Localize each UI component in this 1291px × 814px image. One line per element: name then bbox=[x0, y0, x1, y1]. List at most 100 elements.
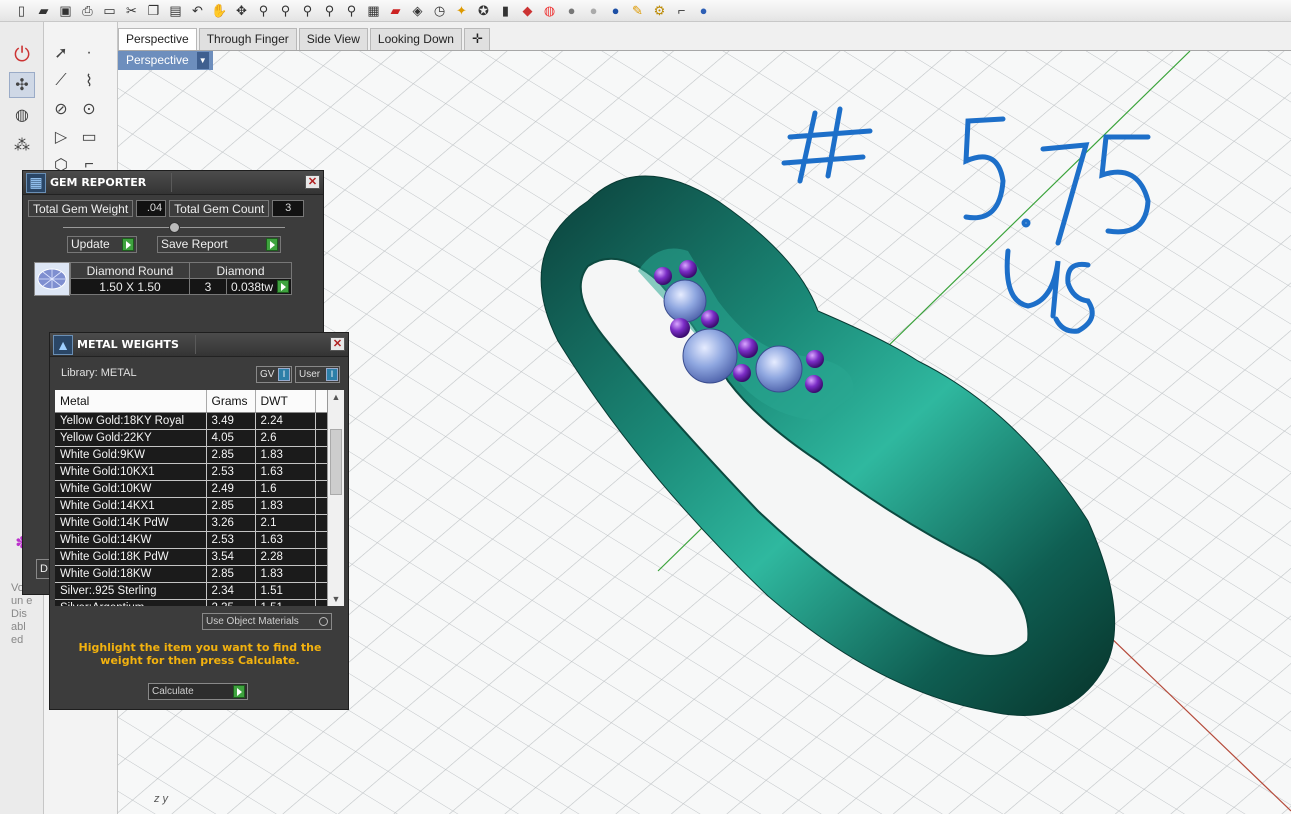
copy-icon[interactable]: ❐ bbox=[144, 1, 163, 20]
play-icon bbox=[233, 685, 245, 698]
tab-looking-down[interactable]: Looking Down bbox=[369, 28, 462, 50]
undo-icon[interactable]: ↶ bbox=[188, 1, 207, 20]
ellipse-icon[interactable]: ⊙ bbox=[76, 96, 102, 122]
paste-icon[interactable]: ▤ bbox=[166, 1, 185, 20]
gem-reporter-titlebar[interactable]: ▦ GEM REPORTER ✕ bbox=[23, 171, 323, 195]
cplane-icon[interactable]: ✣ bbox=[9, 72, 35, 98]
zoom-dynamic-icon[interactable]: ⚲ bbox=[342, 1, 361, 20]
polyline-icon[interactable]: ⟋ bbox=[48, 68, 74, 94]
scroll-down-icon[interactable]: ▼ bbox=[328, 592, 344, 606]
gem-thumbnail[interactable] bbox=[34, 262, 70, 296]
table-row[interactable]: White Gold:14KW 2.53 1.63 bbox=[55, 531, 328, 549]
car-icon[interactable]: ▰ bbox=[386, 1, 405, 20]
sphere-white-icon[interactable]: ● bbox=[584, 1, 603, 20]
calculate-button[interactable]: Calculate bbox=[148, 683, 248, 700]
dwt-cell: 2.1 bbox=[255, 514, 316, 532]
metal-table-scrollbar[interactable]: ▲ ▼ bbox=[327, 390, 344, 606]
clock-icon[interactable]: ◷ bbox=[430, 1, 449, 20]
zoom-selected-icon[interactable]: ⚲ bbox=[320, 1, 339, 20]
table-row[interactable]: Yellow Gold:18KY Royal 3.49 2.24 bbox=[55, 412, 328, 430]
user-toggle[interactable]: User I bbox=[295, 366, 340, 383]
sphere-gray-icon[interactable]: ● bbox=[562, 1, 581, 20]
pan-hand-icon[interactable]: ✋ bbox=[210, 1, 229, 20]
close-icon[interactable]: ✕ bbox=[330, 337, 345, 351]
table-row[interactable]: White Gold:18KW 2.85 1.83 bbox=[55, 565, 328, 583]
metal-name-cell: Yellow Gold:22KY bbox=[55, 429, 207, 447]
table-row[interactable]: Silver:Argentium2.351.51 bbox=[55, 599, 328, 606]
magic-wand-icon[interactable]: ✎ bbox=[628, 1, 647, 20]
gem-detail-play-icon[interactable] bbox=[277, 280, 289, 293]
gem-reporter-title: GEM REPORTER bbox=[50, 176, 147, 189]
new-file-icon[interactable]: ▯ bbox=[12, 1, 31, 20]
save-report-button[interactable]: Save Report bbox=[157, 236, 281, 253]
circle-icon[interactable]: ⊘ bbox=[48, 96, 74, 122]
print-icon[interactable]: ⎙ bbox=[78, 1, 97, 20]
dwt-cell: 1.83 bbox=[255, 565, 316, 583]
point-icon[interactable]: · bbox=[76, 40, 102, 66]
power-icon[interactable]: ⏻ bbox=[9, 42, 35, 68]
metal-name-cell: White Gold:18KW bbox=[55, 565, 207, 583]
table-row[interactable]: Yellow Gold:22KY 4.05 2.6 bbox=[55, 429, 328, 447]
bulb-icon[interactable]: ✪ bbox=[474, 1, 493, 20]
tab-perspective[interactable]: Perspective bbox=[118, 28, 197, 50]
grams-cell: 2.85 bbox=[206, 446, 256, 464]
table-row[interactable]: White Gold:10KX1 2.53 1.63 bbox=[55, 463, 328, 481]
table-row[interactable]: White Gold:14KX1 2.85 1.83 bbox=[55, 497, 328, 515]
viewport-menu-arrow-icon[interactable]: ▼ bbox=[196, 52, 209, 69]
arc-icon[interactable]: ▷ bbox=[48, 124, 74, 150]
select-arrow-icon[interactable]: ➚ bbox=[48, 40, 74, 66]
open-file-icon[interactable]: ▰ bbox=[34, 1, 53, 20]
table-row[interactable]: White Gold:14K PdW 3.26 2.1 bbox=[55, 514, 328, 532]
gem-row-detail[interactable]: 1.50 X 1.50 3 0.038tw bbox=[70, 278, 292, 295]
render-preview-icon[interactable]: ◈ bbox=[408, 1, 427, 20]
gv-toggle[interactable]: GV I bbox=[256, 366, 292, 383]
column-header-metal[interactable]: Metal bbox=[55, 390, 207, 413]
globe-icon[interactable]: ◍ bbox=[9, 102, 35, 128]
row-padding-cell bbox=[315, 446, 328, 464]
table-row[interactable]: White Gold:18K PdW 3.54 2.28 bbox=[55, 548, 328, 566]
metal-name-cell: Yellow Gold:18KY Royal bbox=[55, 412, 207, 430]
table-row[interactable]: White Gold:9KW 2.85 1.83 bbox=[55, 446, 328, 464]
tab-through-finger[interactable]: Through Finger bbox=[198, 28, 297, 50]
rotate-view-icon[interactable]: ✥ bbox=[232, 1, 251, 20]
table-row[interactable]: Silver:.925 Sterling 2.34 1.51 bbox=[55, 582, 328, 600]
metal-weights-titlebar[interactable]: ▲ METAL WEIGHTS ✕ bbox=[50, 333, 348, 357]
viewport-title[interactable]: Perspective ▼ bbox=[118, 51, 213, 70]
dimension-icon[interactable]: ⌐ bbox=[672, 1, 691, 20]
column-header-grams[interactable]: Grams bbox=[206, 390, 256, 413]
size-slider-handle[interactable] bbox=[169, 222, 180, 233]
update-button[interactable]: Update bbox=[67, 236, 137, 253]
use-object-materials-toggle[interactable]: Use Object Materials bbox=[202, 613, 332, 630]
column-header-dwt[interactable]: DWT bbox=[255, 390, 316, 413]
add-tab-icon[interactable]: ✛ bbox=[463, 28, 490, 50]
grid-icon[interactable]: ▦ bbox=[364, 1, 383, 20]
grams-cell: 2.53 bbox=[206, 463, 256, 481]
zoom-icon[interactable]: ⚲ bbox=[254, 1, 273, 20]
lock-icon[interactable]: ▮ bbox=[496, 1, 515, 20]
zoom-extents-icon[interactable]: ⚲ bbox=[298, 1, 317, 20]
scrollbar-thumb[interactable] bbox=[330, 429, 342, 495]
gear-icon[interactable]: ⚙ bbox=[650, 1, 669, 20]
help-icon[interactable]: ● bbox=[694, 1, 713, 20]
save-icon[interactable]: ▣ bbox=[56, 1, 75, 20]
zoom-window-icon[interactable]: ⚲ bbox=[276, 1, 295, 20]
sphere-blue-icon[interactable]: ● bbox=[606, 1, 625, 20]
close-icon[interactable]: ✕ bbox=[305, 175, 320, 189]
points-icon[interactable]: ✦ bbox=[452, 1, 471, 20]
cut-icon[interactable]: ✂ bbox=[122, 1, 141, 20]
scroll-up-icon[interactable]: ▲ bbox=[328, 390, 344, 404]
layers-icon[interactable]: ◆ bbox=[518, 1, 537, 20]
metal-weights-title: METAL WEIGHTS bbox=[77, 338, 179, 351]
export-icon[interactable]: ▭ bbox=[100, 1, 119, 20]
table-row[interactable]: White Gold:10KW 2.49 1.6 bbox=[55, 480, 328, 498]
rectangle-icon[interactable]: ▭ bbox=[76, 124, 102, 150]
grams-cell: 2.53 bbox=[206, 531, 256, 549]
dwt-cell: 1.6 bbox=[255, 480, 316, 498]
dwt-cell: 1.83 bbox=[255, 497, 316, 515]
curve-points-icon[interactable]: ⌇ bbox=[76, 68, 102, 94]
dwt-cell: 1.51 bbox=[255, 599, 316, 606]
network-icon[interactable]: ⁂ bbox=[9, 132, 35, 158]
gem-row-header[interactable]: Diamond Round Diamond bbox=[70, 262, 292, 279]
color-wheel-icon[interactable]: ◍ bbox=[540, 1, 559, 20]
tab-side-view[interactable]: Side View bbox=[298, 28, 368, 50]
